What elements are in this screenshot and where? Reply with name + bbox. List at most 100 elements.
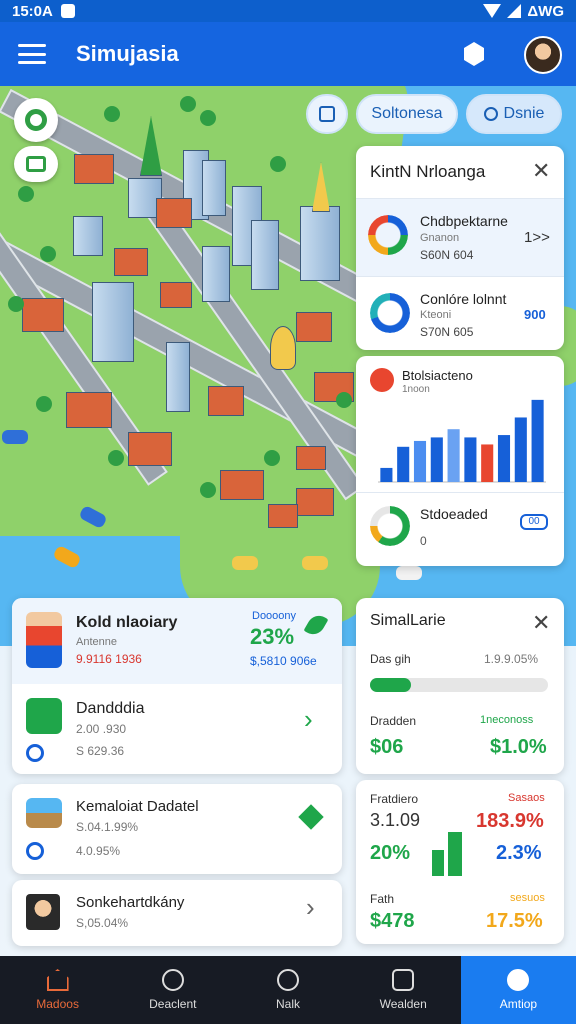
nav-item-search[interactable]: Deaclent [115,956,230,1024]
item-chevron[interactable]: 1>> [524,229,550,246]
bottom-nav: Madoos Deaclent Nalk Wealden Amtiop [0,956,576,1024]
home-icon [46,969,69,991]
nav-label: Amtiop [499,997,538,1011]
target-icon [26,744,44,762]
item-name: Conlóre lolnnt [420,291,507,307]
person-icon [26,894,60,930]
map-search-chip[interactable]: Dsnie [466,94,562,134]
sched-badge[interactable]: 00 [520,514,548,530]
chevron-right-icon[interactable]: › [306,892,315,923]
figure-icon [26,612,62,668]
status-bar: 15:0A ΔWG [0,0,576,22]
sim-title: SimalLarie [370,612,446,629]
nav-item-docs[interactable]: Wealden [346,956,461,1024]
list-title: Kemaloiat Dadatel [76,798,199,815]
diamond-icon[interactable] [298,804,324,830]
list-title: Dandddia [76,700,145,717]
item-sub: Kteoni [420,309,452,321]
nav-item-home[interactable]: Madoos [0,956,115,1024]
list-sub: S.04.1.99% [76,820,139,834]
sim-row1-value: 1.9.9.05% [484,652,539,666]
list-item[interactable]: Sonkehartdkány S,05.04% › [12,880,342,946]
stats-v1-right: 183.9% [476,810,544,832]
list-title: Kold nlaoiary [76,614,178,631]
wifi-icon [483,4,502,18]
app-bar: Simujasia [0,22,576,86]
building-icon [319,106,335,122]
item-value: S70N 605 [420,325,474,339]
item-value: S60N 604 [420,248,474,262]
target-icon [26,842,44,860]
menu-icon[interactable] [18,44,46,64]
chart-title: Btolsiacteno [402,368,473,383]
donut-icon [370,293,410,333]
nav-item-info[interactable]: Amtiop [460,956,576,1024]
nav-label: Nalk [276,997,301,1011]
list-item[interactable]: Kemaloiat Dadatel S.04.1.99% 4.0.95% [12,784,342,874]
map-filter-button[interactable] [14,146,58,182]
sim-row1-label: Das gih [370,652,411,666]
sim-value-right: $1.0% [490,736,547,758]
chart-bar [397,446,410,482]
chart-panel: Btolsiacteno 1noon Stdoeaded 0 00 [356,356,564,566]
list-amount: 9.9116 1936 [76,652,142,666]
chart-bar [531,399,544,482]
signal-icon [507,4,522,18]
list-item[interactable]: Kold nlaoiary Antenne 9.9116 1936 Doooon… [12,598,342,684]
chart-bar [413,440,427,482]
sim-row2-right: 1neconoss [480,714,534,726]
layers-icon [25,109,47,131]
item-badge: 900 [524,307,546,322]
chevron-right-icon[interactable]: › [304,704,313,735]
map-home-chip[interactable] [306,94,348,134]
side-panel-item[interactable]: Chdbpektarne Gnanon S60N 604 1>> [356,198,564,276]
grid-icon [26,156,46,172]
chart-bar [464,437,477,482]
avatar[interactable] [524,36,562,74]
list-item[interactable]: Dandddia 2.00 .930 S 629.36 › [12,684,342,774]
stats-v1: 3.1.09 [370,810,421,830]
app-root: { "status": {"time": "15:0A", "right_tex… [0,0,576,1024]
progress-donut-icon [370,506,410,546]
stats-label1-right: Sasaos [508,792,545,804]
mini-bar [432,850,444,876]
list-pct: 23% [250,624,295,649]
list-sub: 2.00 .930 [76,722,127,736]
list-amount: S 629.36 [76,744,125,758]
side-panel-item[interactable]: Conlóre lolnnt Kteoni S70N 605 900 [356,276,564,350]
app-icon [26,698,62,734]
item-sub: Gnanon [420,232,460,244]
chart-bar [497,435,511,482]
map-layer-button[interactable] [14,98,58,142]
list-sub: Antenne [76,636,117,648]
stats-v2-right: 2.3% [496,842,542,864]
document-icon [392,969,415,991]
sim-progress-fill [370,678,411,692]
map-chip-search-label: Dsnie [503,105,545,122]
hexagon-icon[interactable] [464,42,484,66]
side-panel: KintN Nrloanga ✕ Chdbpektarne Gnanon S60… [356,146,564,350]
mini-bar [448,832,462,876]
close-icon[interactable]: ✕ [532,158,550,184]
chart-bar [447,429,460,482]
stats-v3: $478 [370,910,415,932]
nav-label: Wealden [379,997,427,1011]
sim-value-left: $06 [370,736,404,758]
status-time: 15:0A [12,2,53,20]
scene-icon [26,798,62,828]
search-icon [483,107,498,121]
map-chip-primary[interactable]: Soltonesa [356,94,458,134]
chart-bar [514,417,527,482]
simulation-card: SimalLarie ✕ Das gih 1.9.9.05% Dradden 1… [356,598,564,774]
list-sub: S,05.04% [76,916,129,930]
stats-label3: Fath [370,892,395,906]
close-icon[interactable]: ✕ [532,610,550,636]
sched-title: Stdoeaded [420,506,488,522]
bar-chart [378,399,546,483]
stats-card: Fratdiero Sasaos 3.1.09 183.9% 20% 2.3% … [356,780,564,944]
info-icon [507,969,530,991]
stats-label1: Fratdiero [370,792,419,806]
nav-item-circle[interactable]: Nalk [230,956,345,1024]
side-panel-title: KintN Nrloanga [370,162,486,181]
status-right-text: ΔWG [527,2,564,20]
